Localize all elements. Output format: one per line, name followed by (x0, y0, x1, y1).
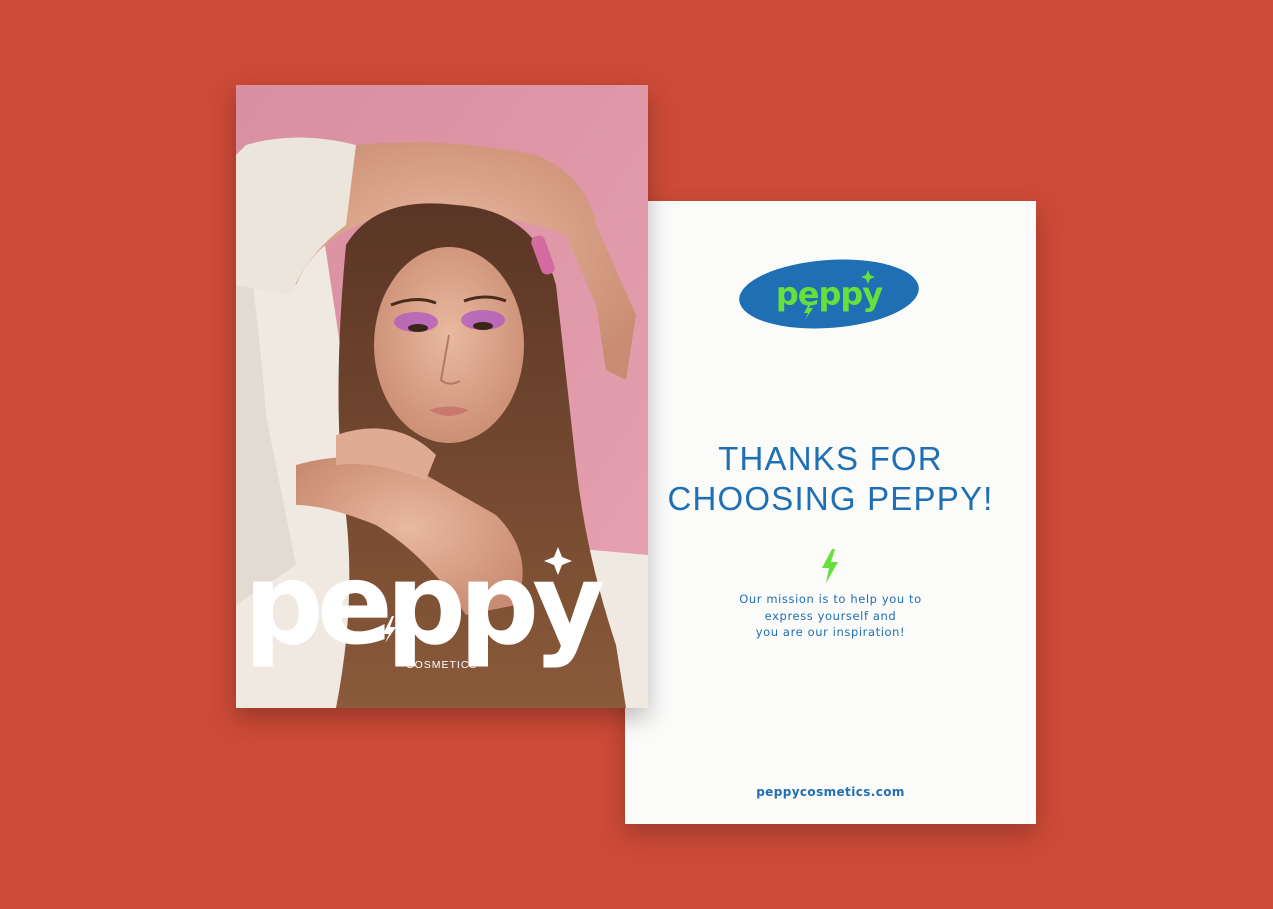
mission-line-3: you are our inspiration! (755, 625, 906, 639)
mockup-scene: peppy THANKS FOR CHOOSING PEPPY! Our mis… (0, 0, 1273, 909)
thank-you-heading-line-2: CHOOSING PEPPY! (667, 480, 994, 517)
mission-line-1: Our mission is to help you to (739, 592, 922, 606)
thank-you-heading-line-1: THANKS FOR (718, 440, 943, 477)
lightning-bolt-icon (822, 549, 838, 583)
mission-line-2: express yourself and (764, 608, 897, 623)
portrait-photo: peppy (236, 85, 648, 708)
peppy-logo: peppy (739, 259, 919, 329)
thank-you-card: peppy THANKS FOR CHOOSING PEPPY! Our mis… (625, 201, 1036, 824)
website-url: peppycosmetics.com (756, 785, 905, 799)
photo-card: peppy COSMETICS (236, 85, 648, 708)
mission-statement: Our mission is to help you to express yo… (625, 591, 1036, 641)
cosmetics-label: COSMETICS (406, 659, 478, 671)
